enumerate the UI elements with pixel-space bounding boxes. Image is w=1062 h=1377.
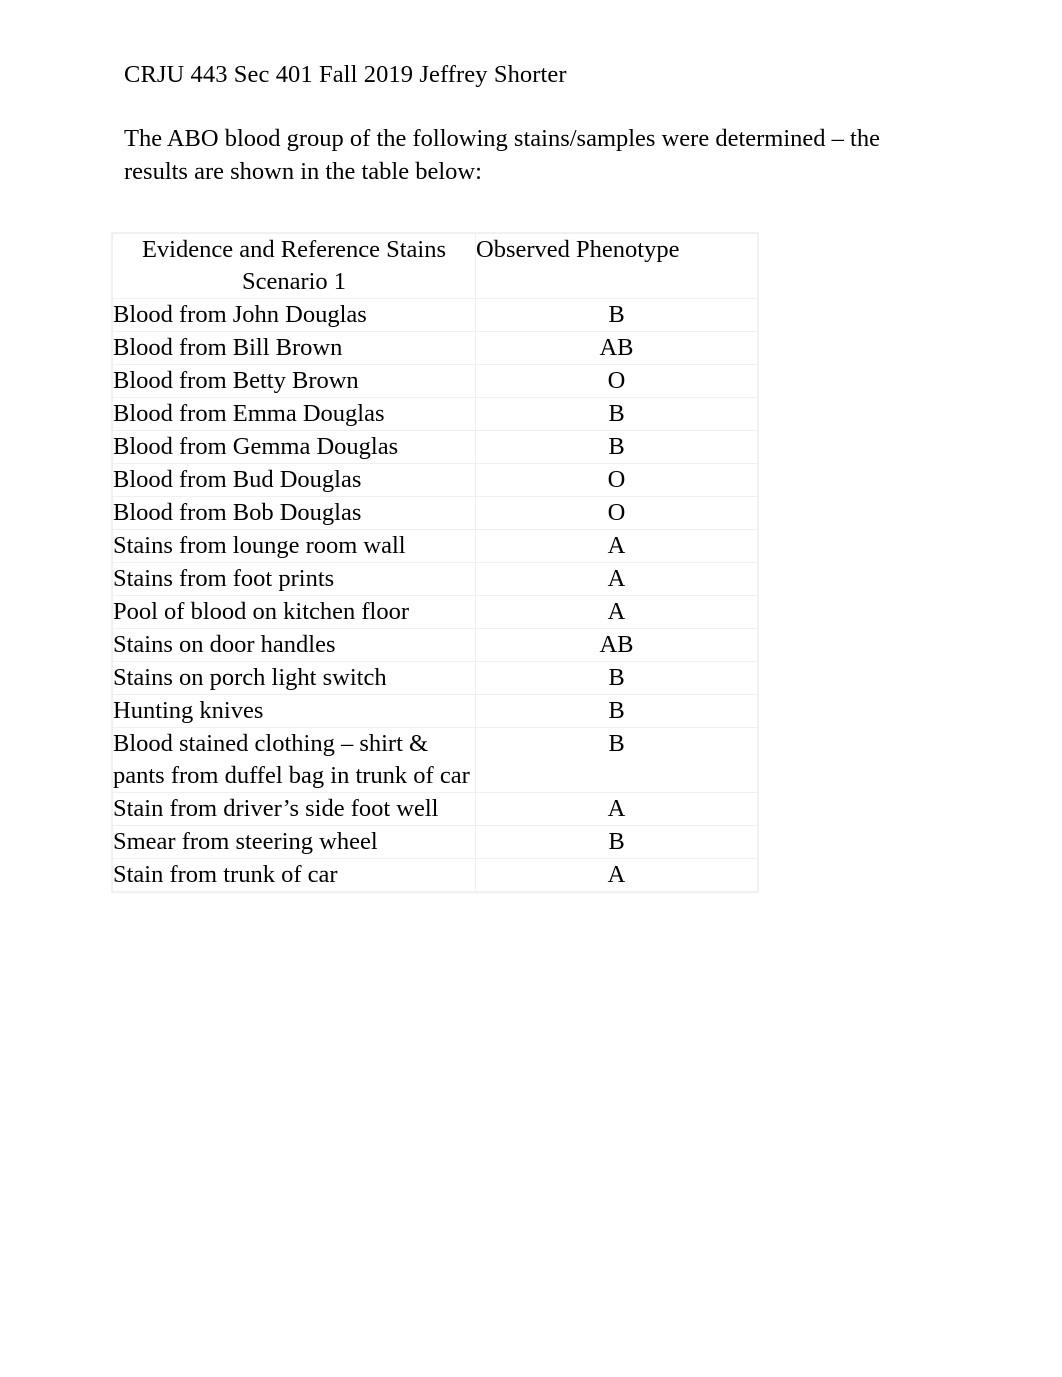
cell-phenotype: B	[475, 727, 758, 793]
column-header-evidence-line2: Scenario 1	[241, 268, 347, 295]
cell-phenotype: O	[475, 364, 758, 398]
table-header-row: Evidence and Reference Stains Scenario 1…	[112, 233, 758, 299]
table-row: Smear from steering wheel B	[112, 825, 758, 859]
cell-evidence: Blood stained clothing – shirt & pants f…	[112, 727, 476, 793]
table-row: Blood from John Douglas B	[112, 298, 758, 332]
cell-phenotype: A	[475, 562, 758, 596]
document-page: CRJU 443 Sec 401 Fall 2019 Jeffrey Short…	[0, 0, 1062, 1377]
cell-evidence: Stains from foot prints	[112, 562, 476, 596]
cell-phenotype: AB	[475, 628, 758, 662]
cell-phenotype: B	[475, 661, 758, 695]
intro-paragraph: The ABO blood group of the following sta…	[124, 125, 880, 185]
cell-evidence: Blood from Betty Brown	[112, 364, 476, 398]
cell-phenotype: A	[475, 529, 758, 563]
table-row: Blood from Bob Douglas O	[112, 496, 758, 530]
cell-evidence: Smear from steering wheel	[112, 825, 476, 859]
table-body: Blood from John Douglas B Blood from Bill …	[112, 298, 758, 892]
cell-evidence: Blood from Gemma Douglas	[112, 430, 476, 464]
table-row: Blood from Betty Brown O	[112, 364, 758, 398]
table-row: Blood from Bill Brown AB	[112, 331, 758, 365]
table-row: Blood from Emma Douglas B	[112, 397, 758, 431]
cell-phenotype: O	[475, 496, 758, 530]
cell-evidence: Stain from driver’s side foot well	[112, 792, 476, 826]
table-row: Stain from trunk of car A	[112, 858, 758, 892]
cell-phenotype: B	[475, 298, 758, 332]
cell-phenotype: O	[475, 463, 758, 497]
cell-phenotype: B	[475, 430, 758, 464]
cell-phenotype: B	[475, 397, 758, 431]
cell-evidence: Stains on porch light switch	[112, 661, 476, 695]
table-row: Blood stained clothing – shirt & pants f…	[112, 727, 758, 793]
table-row: Blood from Gemma Douglas B	[112, 430, 758, 464]
blood-group-table-container: Evidence and Reference Stains Scenario 1…	[112, 233, 758, 892]
cell-phenotype: A	[475, 595, 758, 629]
cell-evidence: Blood from Bob Douglas	[112, 496, 476, 530]
cell-evidence: Stains on door handles	[112, 628, 476, 662]
cell-phenotype: B	[475, 825, 758, 859]
cell-evidence: Stain from trunk of car	[112, 858, 476, 892]
table-row: Hunting knives B	[112, 694, 758, 728]
column-header-phenotype: Observed Phenotype	[475, 233, 758, 299]
column-header-evidence: Evidence and Reference Stains Scenario 1	[112, 233, 476, 299]
table-row: Stains from foot prints A	[112, 562, 758, 596]
cell-phenotype: B	[475, 694, 758, 728]
cell-evidence: Pool of blood on kitchen floor	[112, 595, 476, 629]
table-head: Evidence and Reference Stains Scenario 1…	[112, 233, 758, 299]
course-header: CRJU 443 Sec 401 Fall 2019 Jeffrey Short…	[124, 61, 567, 88]
table-row: Blood from Bud Douglas O	[112, 463, 758, 497]
table-row: Pool of blood on kitchen floor A	[112, 595, 758, 629]
cell-phenotype: A	[475, 858, 758, 892]
table-row: Stains from lounge room wall A	[112, 529, 758, 563]
cell-evidence: Hunting knives	[112, 694, 476, 728]
table-row: Stains on porch light switch B	[112, 661, 758, 695]
table-row: Stains on door handles AB	[112, 628, 758, 662]
column-header-evidence-line1: Evidence and Reference Stains	[141, 236, 447, 263]
cell-evidence: Blood from Emma Douglas	[112, 397, 476, 431]
cell-evidence: Blood from Bud Douglas	[112, 463, 476, 497]
cell-evidence: Blood from Bill Brown	[112, 331, 476, 365]
cell-evidence: Blood from John Douglas	[112, 298, 476, 332]
cell-evidence: Stains from lounge room wall	[112, 529, 476, 563]
cell-phenotype: AB	[475, 331, 758, 365]
table-row: Stain from driver’s side foot well A	[112, 792, 758, 826]
blood-group-table: Evidence and Reference Stains Scenario 1…	[112, 233, 758, 892]
cell-phenotype: A	[475, 792, 758, 826]
